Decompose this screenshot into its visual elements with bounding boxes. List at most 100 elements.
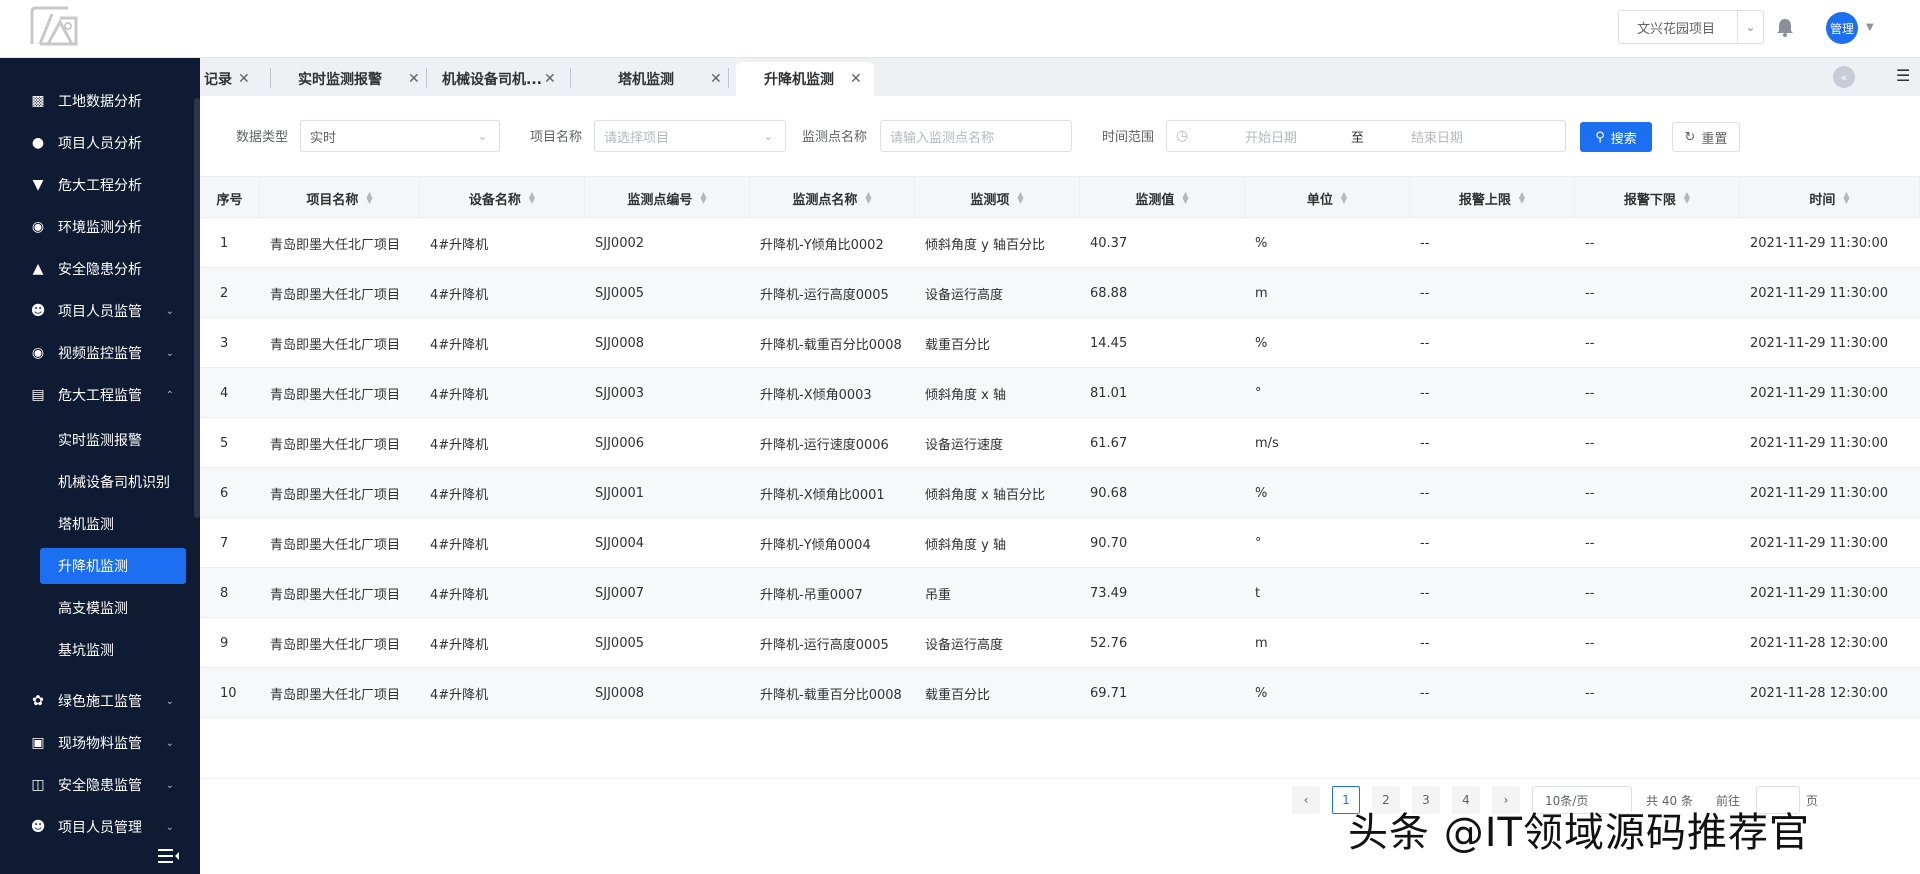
point-name-input[interactable]: 请输入监测点名称 [880,120,1072,152]
sidebar-subitem-elevator[interactable]: 升降机监测 [40,548,186,584]
cell-time: 2021-11-29 11:30:00 [1750,335,1889,351]
header-col-point-name[interactable]: 监测点名称 ▲ ▼ [750,177,915,219]
table-row[interactable]: 3 青岛即墨大任北厂项目 4#升降机 SJJ0008 升降机-载重百分比0008 载重百分… [200,318,1920,368]
caret-down-icon[interactable]: ▼ [1866,22,1874,33]
table-row[interactable]: 9 青岛即墨大任北厂项目 4#升降机 SJJ0005 升降机-运行高度0005 设备运行高… [200,618,1920,668]
reset-button[interactable]: ↻ 重置 [1672,122,1740,152]
cell-alarm-upper: -- [1420,285,1430,301]
start-date-input[interactable]: 开始日期 [1245,127,1297,146]
sort-icon[interactable]: ▲ ▼ [1843,191,1849,205]
cell-unit: m [1255,285,1268,301]
table-row[interactable]: 7 青岛即墨大任北厂项目 4#升降机 SJJ0004 升降机-Y倾角0004 倾斜角度 y… [200,518,1920,568]
top-bar: 文兴花园项目 ⌄ 管理 ▼ [0,0,1920,58]
sort-icon[interactable]: ▲ ▼ [1519,191,1525,205]
table-row[interactable]: 1 青岛即墨大任北厂项目 4#升降机 SJJ0002 升降机-Y倾角比0002 倾斜角度 … [200,218,1920,268]
header-col-point-code[interactable]: 监测点编号 ▲ ▼ [585,177,750,219]
sidebar-item-environment-analysis[interactable]: ◉ 环境监测分析 [0,206,194,248]
sidebar-item-video-supervision[interactable]: ◉ 视频监控监管 ⌄ [0,332,194,374]
sort-icon[interactable]: ▲ ▼ [1182,191,1188,205]
sidebar-item-label: 工地数据分析 [58,94,142,110]
sidebar-subitem-label: 塔机监测 [58,517,114,533]
tab-driver-recognition[interactable]: 机械设备司机... ✕ [442,62,562,96]
cell-item: 吊重 [925,587,952,603]
close-icon[interactable]: ✕ [710,71,722,87]
sidebar-item-hazard-supervision[interactable]: ▤ 危大工程监管 ⌃ [0,374,194,416]
cell-project-name: 青岛即墨大任北厂项目 [270,387,401,403]
prev-page-button[interactable]: ‹ [1292,786,1320,814]
sidebar-item-site-data-analysis[interactable]: ▩ 工地数据分析 [0,80,194,122]
chevron-down-icon: ⌄ [165,779,174,791]
collapse-menu-icon[interactable] [158,848,180,864]
sidebar-subitem-foundation-pit[interactable]: 基坑监测 [40,632,186,668]
header-col-unit[interactable]: 单位 ▲ ▼ [1245,177,1410,219]
chevron-down-icon: ⌄ [165,737,174,749]
sidebar-subitem-realtime-alarm[interactable]: 实时监测报警 [40,422,186,458]
sort-icon[interactable]: ▲ ▼ [1017,191,1023,205]
date-range-picker[interactable]: ◷ 开始日期 至 结束日期 [1166,120,1566,152]
cell-point-code: SJJ0004 [595,535,645,551]
bell-icon[interactable] [1776,17,1794,37]
avatar[interactable]: 管理 [1826,12,1858,44]
cell-item: 设备运行速度 [925,437,1004,453]
close-icon[interactable]: ✕ [544,71,556,87]
sidebar-subitem-label: 升降机监测 [58,559,128,575]
header-col-project-name[interactable]: 项目名称 ▲ ▼ [260,177,420,219]
close-icon[interactable]: ✕ [850,71,862,87]
sidebar-item-safety-supervision[interactable]: ◫ 安全隐患监管 ⌄ [0,764,194,806]
table-row[interactable]: 10 青岛即墨大任北厂项目 4#升降机 SJJ0008 升降机-载重百分比0008 载重百… [200,668,1920,718]
sidebar-item-personnel-supervision[interactable]: ☻ 项目人员监管 ⌄ [0,290,194,332]
tab-record[interactable]: 记录 ✕ [204,62,260,96]
sort-icon[interactable]: ▲ ▼ [1341,191,1347,205]
table-row[interactable]: 2 青岛即墨大任北厂项目 4#升降机 SJJ0005 升降机-运行高度0005 设备运行高… [200,268,1920,318]
tab-elevator[interactable]: 升降机监测 ✕ [736,62,874,96]
sidebar-item-material-supervision[interactable]: ▣ 现场物料监管 ⌄ [0,722,194,764]
close-icon[interactable]: ✕ [238,71,250,87]
table-row[interactable]: 6 青岛即墨大任北厂项目 4#升降机 SJJ0001 升降机-X倾角比0001 倾斜角度 … [200,468,1920,518]
sidebar-item-green-construction[interactable]: ✿ 绿色施工监管 ⌄ [0,680,194,722]
header-col-item[interactable]: 监测项 ▲ ▼ [915,177,1080,219]
table-row[interactable]: 5 青岛即墨大任北厂项目 4#升降机 SJJ0006 升降机-运行速度0006 设备运行速… [200,418,1920,468]
sidebar-item-hazard-analysis[interactable]: ▼ 危大工程分析 [0,164,194,206]
cell-point-name: 升降机-Y倾角0004 [760,537,871,553]
tab-divider [270,68,271,88]
sidebar-subitem-tower-crane[interactable]: 塔机监测 [40,506,186,542]
cell-unit: % [1255,485,1268,501]
sidebar-subitem-driver-recognition[interactable]: 机械设备司机识别 [40,464,186,500]
cell-unit: ° [1255,385,1262,401]
table-row[interactable]: 8 青岛即墨大任北厂项目 4#升降机 SJJ0007 升降机-吊重0007 吊重 73.49… [200,568,1920,618]
project-name-select[interactable]: 请选择项目 ⌄ [594,120,786,152]
cell-unit: ° [1255,535,1262,551]
sidebar-item-personnel-analysis[interactable]: ● 项目人员分析 [0,122,194,164]
cell-value: 40.37 [1090,235,1128,251]
sort-icon[interactable]: ▲ ▼ [529,191,535,205]
data-type-select[interactable]: 实时 ⌄ [300,120,500,152]
people-icon: ☻ [30,303,46,319]
menu-icon[interactable]: ☰ [1896,66,1910,85]
header-col-alarm-upper[interactable]: 报警上限 ▲ ▼ [1410,177,1575,219]
header-col-alarm-lower[interactable]: 报警下限 ▲ ▼ [1575,177,1740,219]
sort-icon[interactable]: ▲ ▼ [1684,191,1690,205]
cell-alarm-lower: -- [1585,485,1595,501]
cell-device-name: 4#升降机 [430,437,489,453]
sort-icon[interactable]: ▲ ▼ [700,191,706,205]
search-button[interactable]: ⚲ 搜索 [1580,122,1652,152]
table-row[interactable]: 4 青岛即墨大任北厂项目 4#升降机 SJJ0003 升降机-X倾角0003 倾斜角度 x… [200,368,1920,418]
double-chevron-left-icon[interactable]: « [1833,66,1855,88]
project-select[interactable]: 文兴花园项目 ⌄ [1618,10,1764,44]
tab-realtime-alarm[interactable]: 实时监测报警 ✕ [298,62,428,96]
cell-device-name: 4#升降机 [430,237,489,253]
tab-tower-crane[interactable]: 塔机监测 ✕ [618,62,728,96]
sidebar-item-safety-analysis[interactable]: ▲ 安全隐患分析 [0,248,194,290]
search-icon: ⚲ [1595,129,1605,145]
header-col-device-name[interactable]: 设备名称 ▲ ▼ [420,177,585,219]
sort-icon[interactable]: ▲ ▼ [366,191,372,205]
sidebar-item-personnel-management[interactable]: ☻ 项目人员管理 ⌄ [0,806,194,848]
close-icon[interactable]: ✕ [408,71,420,87]
end-date-input[interactable]: 结束日期 [1411,127,1463,146]
cell-item: 载重百分比 [925,337,991,353]
header-col-value[interactable]: 监测值 ▲ ▼ [1080,177,1245,219]
leaf-icon: ✿ [32,693,44,709]
header-col-time[interactable]: 时间 ▲ ▼ [1740,177,1920,219]
sidebar-subitem-high-formwork[interactable]: 高支模监测 [40,590,186,626]
sort-icon[interactable]: ▲ ▼ [865,191,871,205]
